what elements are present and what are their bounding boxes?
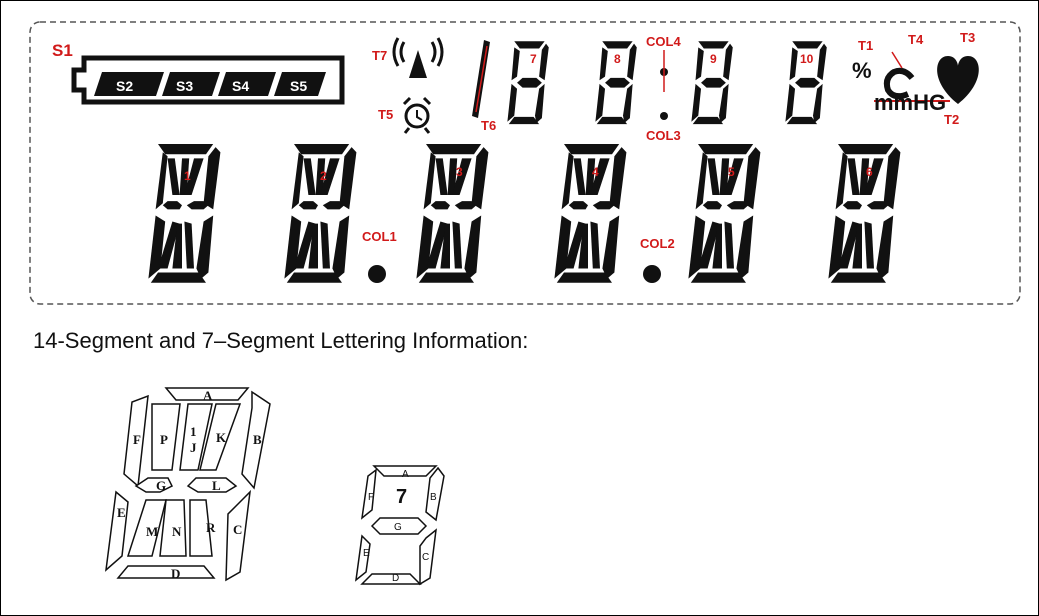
digit-5 bbox=[688, 144, 761, 283]
digit-3 bbox=[416, 144, 489, 283]
digit-4 bbox=[554, 144, 627, 283]
seg7-label-B: B bbox=[430, 492, 437, 503]
digit-1 bbox=[148, 144, 221, 283]
lcd-diagram: S1 S2 S3 S4 S5 T7 T5 T6 7 8 9 10 COL4 CO… bbox=[29, 21, 1021, 586]
mmhg-label: mmHG bbox=[874, 90, 946, 115]
seg7-label-D: D bbox=[392, 573, 399, 584]
seg14-label-R: R bbox=[206, 520, 216, 535]
decimal-point-1 bbox=[368, 265, 386, 283]
seg7-label-A: A bbox=[402, 469, 409, 480]
label-digit-9: 9 bbox=[710, 52, 717, 66]
seg14-label-J: J bbox=[190, 440, 197, 455]
label-COL4: COL4 bbox=[646, 34, 681, 49]
seg7-label-C: C bbox=[422, 552, 429, 563]
colon-lower-dot bbox=[660, 112, 668, 120]
lettering-caption: 14-Segment and 7–Segment Lettering Infor… bbox=[33, 328, 529, 353]
label-S4: S4 bbox=[232, 78, 249, 94]
seg14-label-L: L bbox=[212, 478, 221, 493]
seg14-label-F: F bbox=[133, 432, 141, 447]
seg14-label-E: E bbox=[117, 505, 126, 520]
percent-symbol: % bbox=[852, 58, 872, 83]
label-S1: S1 bbox=[52, 41, 73, 60]
digit-6 bbox=[828, 144, 901, 283]
seg14-label-G: G bbox=[156, 478, 166, 493]
fourteen-segment-reference bbox=[105, 387, 271, 582]
seg14-label-P: P bbox=[160, 432, 168, 447]
label-digit-1: 1 bbox=[184, 169, 191, 183]
alarm-icon bbox=[402, 96, 432, 134]
label-S2: S2 bbox=[116, 78, 133, 94]
label-COL2: COL2 bbox=[640, 236, 675, 251]
label-T1: T1 bbox=[858, 38, 873, 53]
seg14-label-K: K bbox=[216, 430, 227, 445]
label-digit-3: 3 bbox=[456, 165, 463, 179]
label-digit-4: 4 bbox=[592, 165, 599, 179]
label-digit-8: 8 bbox=[614, 52, 621, 66]
seg14-label-N: N bbox=[172, 524, 182, 539]
label-T3: T3 bbox=[960, 30, 975, 45]
signal-icon bbox=[392, 37, 444, 78]
label-digit-6: 6 bbox=[866, 165, 873, 179]
digit-2 bbox=[284, 144, 357, 283]
label-digit-5: 5 bbox=[728, 165, 735, 179]
label-digit-2: 2 bbox=[320, 169, 327, 183]
seg7-label-E: E bbox=[363, 548, 370, 559]
seg14-label-A: A bbox=[203, 388, 213, 403]
label-digit-10: 10 bbox=[800, 52, 814, 66]
label-T6: T6 bbox=[481, 118, 496, 133]
small-digit-7 bbox=[507, 41, 549, 125]
seg14-label-C: C bbox=[233, 522, 242, 537]
label-digit-7: 7 bbox=[530, 52, 537, 66]
label-T2: T2 bbox=[944, 112, 959, 127]
seg7-label-F: F bbox=[368, 492, 374, 503]
label-COL1: COL1 bbox=[362, 229, 397, 244]
label-COL3: COL3 bbox=[646, 128, 681, 143]
label-T5: T5 bbox=[378, 107, 393, 122]
decimal-point-2 bbox=[643, 265, 661, 283]
label-T7: T7 bbox=[372, 48, 387, 63]
seg14-label-M: M bbox=[146, 524, 158, 539]
seg14-label-1: 1 bbox=[190, 424, 197, 439]
seg7-label-G: G bbox=[394, 522, 402, 533]
seg14-label-B: B bbox=[253, 432, 262, 447]
label-T4: T4 bbox=[908, 32, 924, 47]
label-S3: S3 bbox=[176, 78, 193, 94]
label-S5: S5 bbox=[290, 78, 307, 94]
seg14-label-D: D bbox=[171, 566, 180, 581]
seg7-label-7: 7 bbox=[396, 486, 407, 508]
